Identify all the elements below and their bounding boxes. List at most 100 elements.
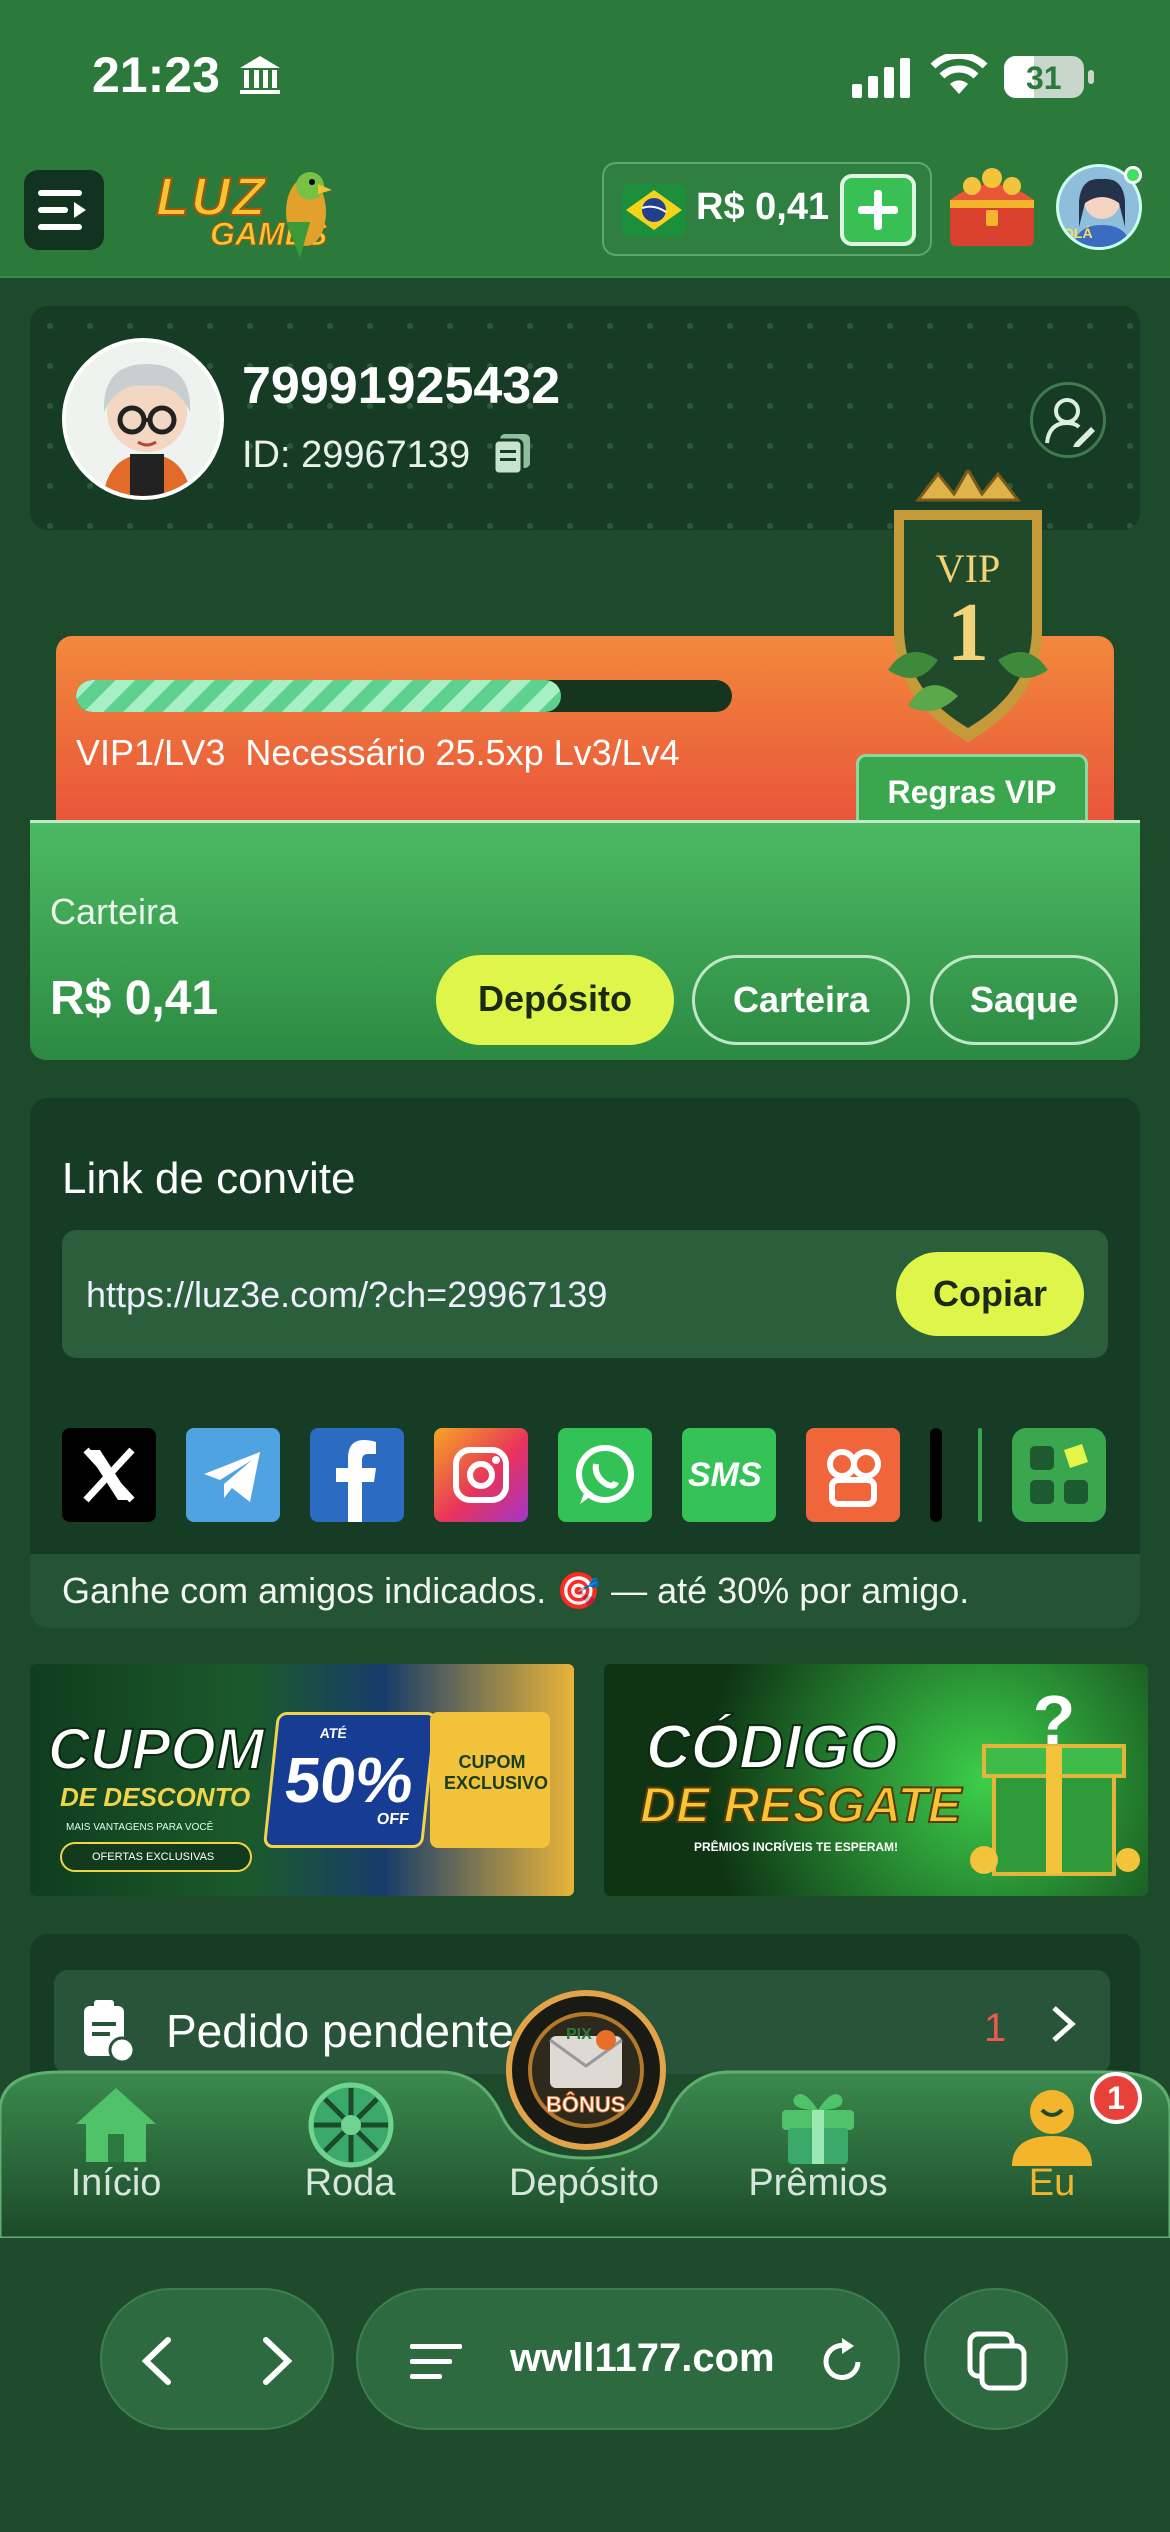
plus-icon (858, 190, 898, 230)
coupon-ticket: ATÉ 50% OFF (262, 1712, 438, 1848)
share-divider (978, 1428, 982, 1522)
vip-badge-label: VIP (936, 546, 1000, 591)
vip-progress-fill (76, 680, 562, 712)
battery-level: 31 (1026, 60, 1062, 96)
deposit-button[interactable]: Depósito (436, 955, 674, 1045)
vip-status-text: VIP1/LV3 Necessário 25.5xp Lv3/Lv4 (76, 732, 680, 773)
share-kwai-button[interactable] (806, 1428, 900, 1522)
nav-prizes[interactable]: Prêmios (718, 2062, 918, 2238)
nav-home-label: Início (70, 2162, 162, 2204)
vip-badge-level: 1 (947, 586, 989, 679)
coupon-title: CUPOM (47, 1716, 265, 1783)
menu-button[interactable] (24, 170, 104, 250)
pending-order-count: 1 (984, 2006, 1007, 2050)
header-balance: R$ 0,41 (696, 186, 830, 228)
browser-toolbar: wwll1177.com (0, 2238, 1170, 2532)
whatsapp-icon (576, 1445, 634, 1504)
share-instagram-button[interactable] (434, 1428, 528, 1522)
kwai-icon (827, 1449, 881, 1507)
pix-label: PIX (566, 2026, 592, 2043)
user-id: ID: 29967139 (242, 434, 471, 476)
home-icon (76, 2088, 156, 2162)
withdraw-button[interactable]: Saque (930, 955, 1118, 1045)
status-time: 21:23 (92, 47, 220, 103)
treasure-chest-icon[interactable] (942, 160, 1042, 256)
mystery-gift-icon: ? (970, 1684, 1140, 1876)
tabs-icon (967, 2331, 1027, 2391)
coupon-banner[interactable]: CUPOM DE DESCONTO MAIS VANTAGENS PARA VO… (30, 1664, 574, 1896)
back-arrow-icon[interactable] (138, 2336, 178, 2386)
vip-rules-button[interactable]: Regras VIP (856, 754, 1088, 830)
app-header: LUZ GAMES R$ 0,41 OLÁ (0, 160, 1170, 278)
coupon-subtitle: DE DESCONTO (60, 1782, 251, 1812)
account-phone: 79991925432 (242, 357, 561, 415)
menu-icon (38, 190, 86, 230)
wallet-button[interactable]: Carteira (692, 955, 910, 1045)
chevron-right-icon (1052, 2006, 1076, 2042)
share-whatsapp-button[interactable] (558, 1428, 652, 1522)
status-bar: 21:23 31 (0, 0, 1170, 160)
reload-icon[interactable] (816, 2336, 868, 2388)
nav-prizes-label: Prêmios (748, 2162, 888, 2204)
app-logo[interactable]: LUZ GAMES (150, 162, 340, 262)
sms-icon: SMS (688, 1456, 762, 1494)
share-telegram-button[interactable] (186, 1428, 280, 1522)
invite-footer: Ganhe com amigos indicados. 🎯 — até 30% … (30, 1554, 1140, 1628)
battery-icon: 31 (1004, 56, 1084, 98)
svg-text:?: ? (1033, 1684, 1076, 1759)
cellular-signal-icon (852, 58, 910, 98)
parrot-mascot-icon (286, 172, 332, 258)
wheel-icon (308, 2082, 394, 2168)
share-more-partial (930, 1428, 942, 1522)
online-indicator (1124, 166, 1142, 184)
nav-me-label: Eu (1028, 2162, 1076, 2204)
x-icon (83, 1447, 135, 1503)
browser-nav-buttons (100, 2288, 334, 2430)
page-menu-icon[interactable] (408, 2342, 464, 2382)
instagram-icon (453, 1447, 509, 1503)
redeem-subtitle: DE RESGATE (639, 1776, 962, 1834)
share-apps-button[interactable] (1012, 1428, 1106, 1522)
add-funds-button[interactable] (840, 174, 916, 246)
redeem-code-banner[interactable]: CÓDIGO DE RESGATE PRÊMIOS INCRÍVEIS TE E… (604, 1664, 1148, 1896)
wallet-balance: R$ 0,41 (50, 972, 219, 1025)
browser-url: wwll1177.com (510, 2336, 775, 2380)
share-sms-button[interactable]: SMS (682, 1428, 776, 1522)
gift-icon (782, 2094, 854, 2164)
invite-footer-text: Ganhe com amigos indicados. 🎯 — até 30% … (62, 1570, 970, 1611)
pix-bonus-button[interactable]: PIX BÔNUS (506, 1990, 666, 2150)
nav-wheel[interactable]: Roda (250, 2062, 450, 2238)
brazil-flag-icon (622, 184, 686, 236)
telegram-icon (204, 1452, 260, 1502)
balance-pill[interactable]: R$ 0,41 (602, 162, 932, 256)
profile-avatar[interactable] (62, 338, 224, 500)
browser-tabs-button[interactable] (924, 2288, 1068, 2430)
invite-link-box: https://luz3e.com/?ch=29967139 Copiar (62, 1230, 1108, 1358)
notification-badge: 1 (1090, 2072, 1142, 2124)
invite-title: Link de convite (62, 1154, 356, 1203)
edit-user-icon (1045, 398, 1095, 447)
pending-list-icon (84, 2000, 136, 2064)
share-x-button[interactable] (62, 1428, 156, 1522)
nav-wheel-label: Roda (304, 2162, 396, 2204)
forward-arrow-icon[interactable] (256, 2336, 296, 2386)
facebook-icon (336, 1440, 376, 1522)
share-facebook-button[interactable] (310, 1428, 404, 1522)
copy-id-icon[interactable] (492, 432, 532, 476)
nav-home[interactable]: Início (16, 2062, 216, 2238)
invite-card: Link de convite https://luz3e.com/?ch=29… (30, 1098, 1140, 1628)
copy-link-button[interactable]: Copiar (896, 1252, 1084, 1336)
nav-deposit-label: Depósito (509, 2162, 659, 2204)
wallet-label: Carteira (50, 891, 179, 932)
vip-badge-icon: VIP 1 (888, 470, 1048, 742)
browser-url-bar[interactable]: wwll1177.com (356, 2288, 900, 2430)
bank-icon (240, 56, 280, 94)
invite-url[interactable]: https://luz3e.com/?ch=29967139 (86, 1274, 607, 1316)
apps-grid-icon (1030, 1444, 1088, 1504)
redeem-title: CÓDIGO (645, 1712, 898, 1783)
edit-profile-button[interactable] (1030, 382, 1106, 458)
exclusive-ticket: CUPOM EXCLUSIVO (430, 1712, 550, 1848)
pix-bonus-label: BÔNUS (545, 2092, 626, 2118)
wifi-icon (930, 54, 988, 94)
vip-progress-track (76, 680, 732, 712)
